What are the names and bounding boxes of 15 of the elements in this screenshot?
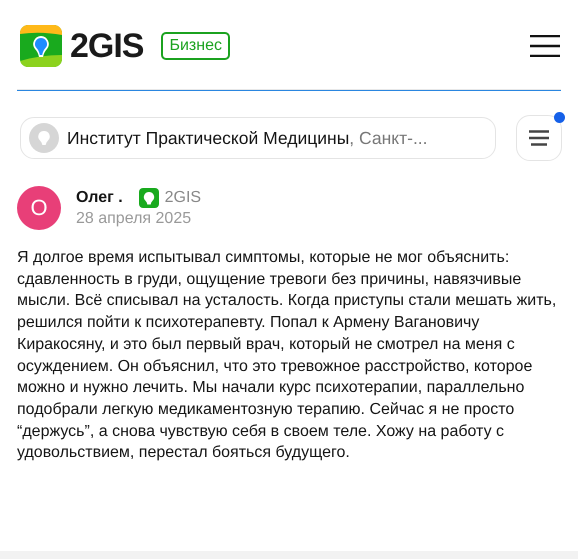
- list-icon: [529, 130, 549, 146]
- review-date: 28 апреля 2025: [76, 210, 192, 228]
- source-icon: [138, 188, 159, 208]
- list-button[interactable]: [516, 115, 562, 161]
- place-name: Институт Практической Медицины, Санкт-...: [67, 128, 428, 148]
- review-text: Я долгое время испытывал симптомы, которые не мог объяснить: сдавленность в груди, ощущение тревоги без причины, навязчивые мысли. Всё списывал на усталость. Когда приступы стали мешать жить, решился пойти к психотерапевту. Попал к Армену Вагановичу Киракосяну, и это был первый врач, который не смотрел на меня с осуждением. Он объяснил, что это тревожное расстройство, которое можно и нужно лечить. Мы начали курс психотерапии, параллельно подобрали легкую медикаментозную терапию. Сейчас я не просто “держусь”, а снова чувствую себя в своем теле. Хожу на работу с удовольствием, перестал бояться будущего.: [17, 248, 558, 464]
- avatar: О: [17, 186, 61, 230]
- menu-button[interactable]: [530, 35, 560, 57]
- place-selector[interactable]: Институт Практической Медицины, Санкт-...: [20, 117, 496, 159]
- logo-icon: [20, 25, 62, 67]
- review-source: 2GIS: [164, 189, 202, 207]
- menu-icon: [530, 35, 560, 57]
- place-icon: [29, 123, 59, 153]
- logo-text: 2GIS: [70, 26, 144, 66]
- author-name: Олег .: [76, 189, 123, 207]
